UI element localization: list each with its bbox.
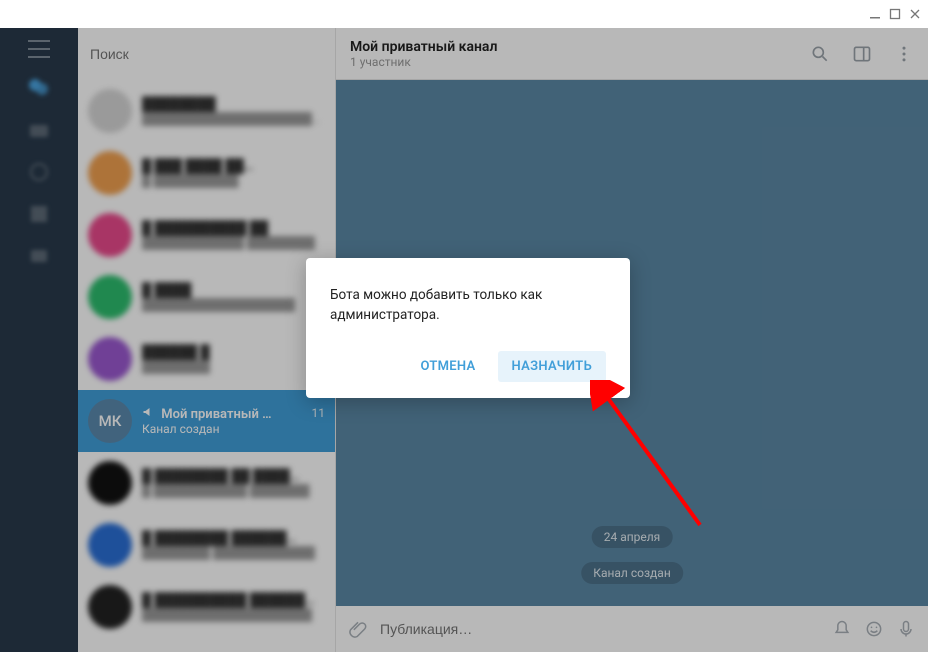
confirm-button[interactable]: НАЗНАЧИТЬ (498, 351, 606, 382)
confirm-dialog: Бота можно добавить только как администр… (306, 258, 630, 398)
window-titlebar (0, 0, 928, 28)
window-minimize-button[interactable] (868, 7, 882, 21)
window-close-button[interactable] (908, 7, 922, 21)
window-maximize-button[interactable] (888, 7, 902, 21)
cancel-button[interactable]: ОТМЕНА (406, 351, 489, 382)
dialog-message: Бота можно добавить только как администр… (330, 286, 606, 325)
